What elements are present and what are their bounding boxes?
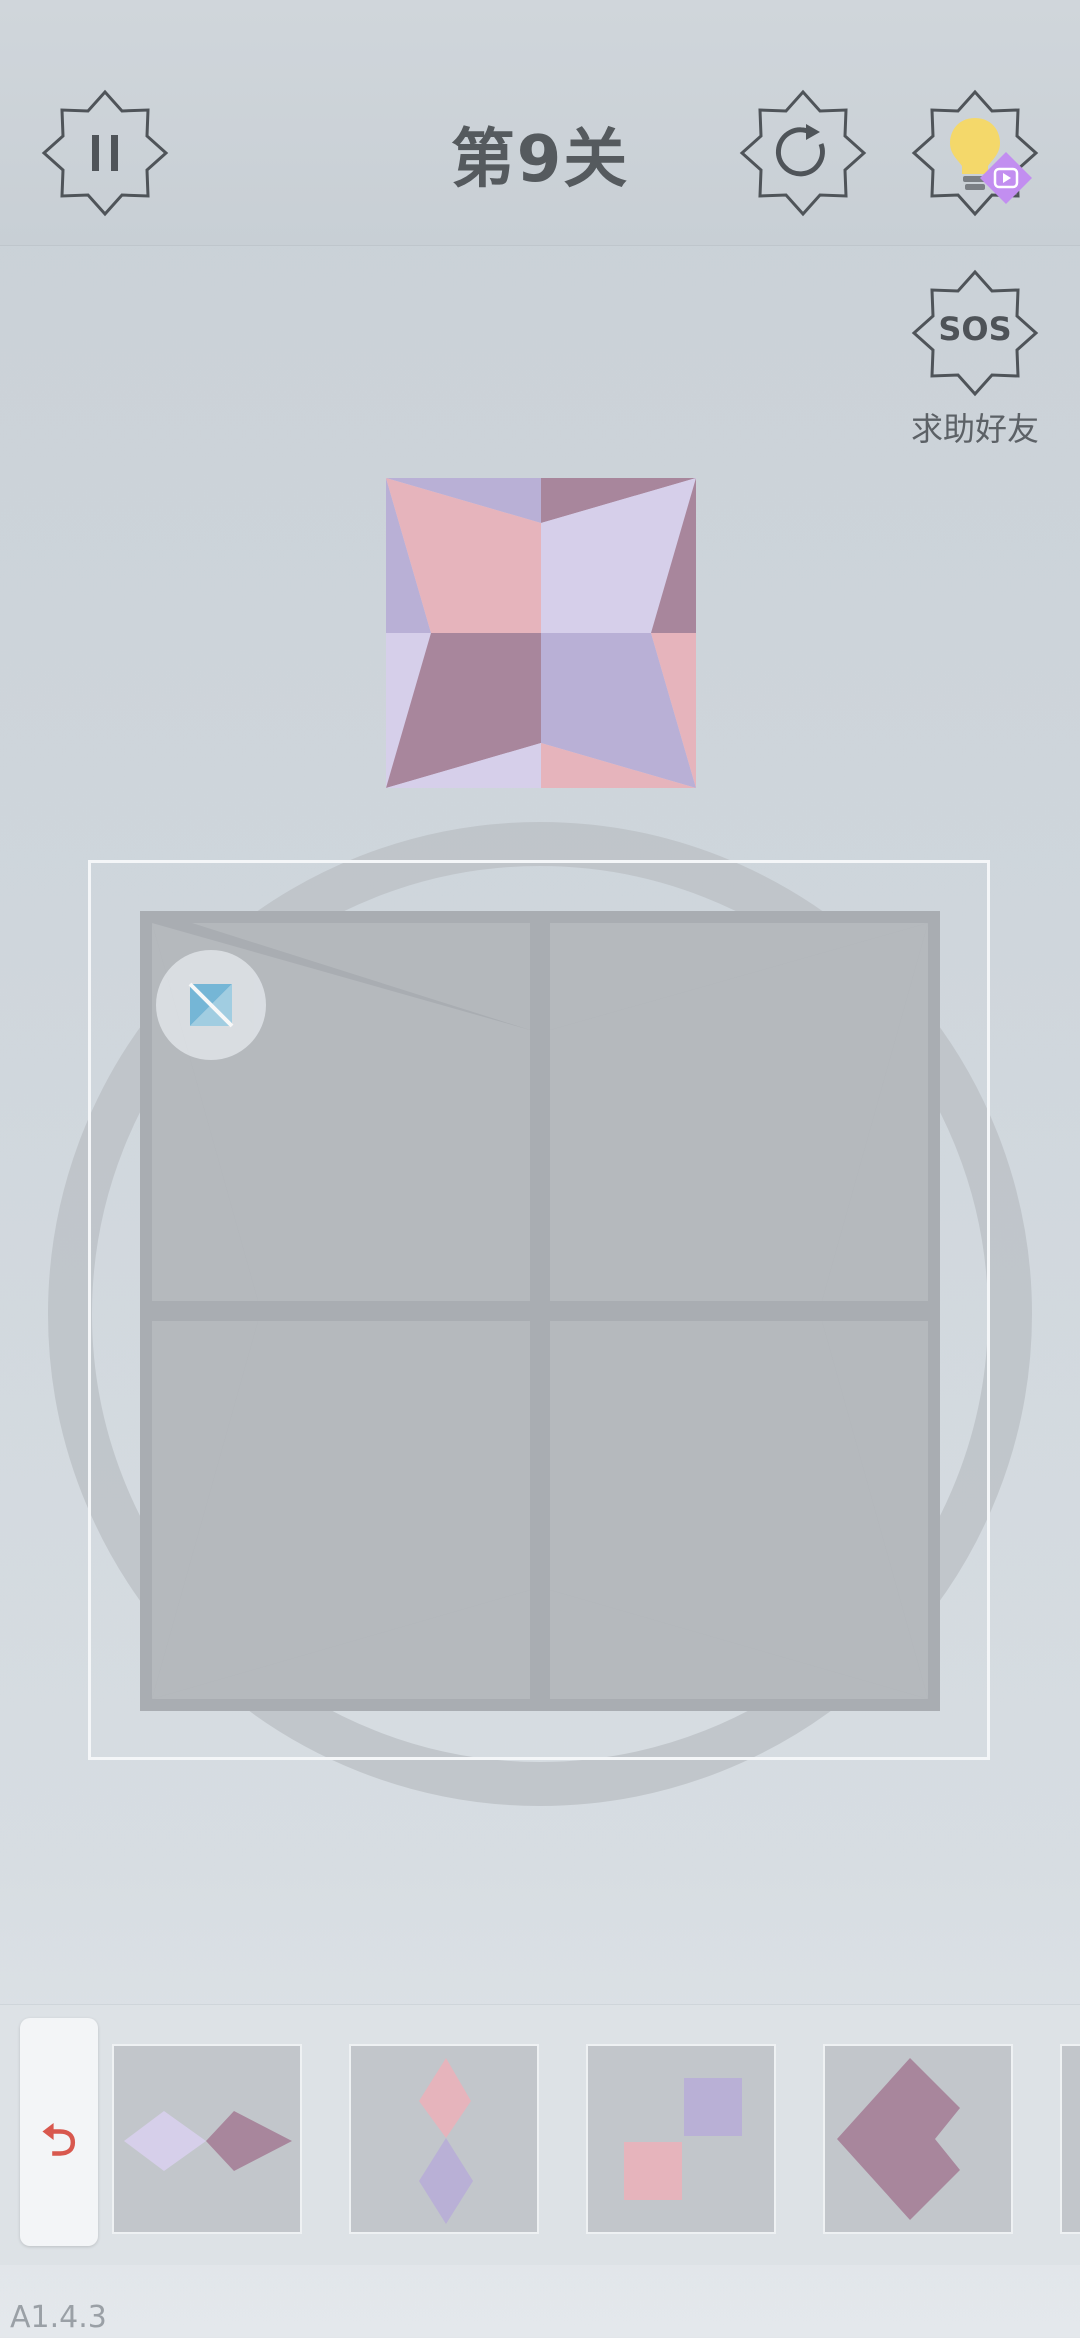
piece-partial[interactable] bbox=[1060, 2044, 1080, 2234]
piece-shape bbox=[837, 2058, 960, 2220]
piece-shape bbox=[124, 2111, 292, 2171]
rotate-badge[interactable] bbox=[156, 950, 266, 1060]
piece-two-squares-diagonal[interactable] bbox=[586, 2044, 776, 2234]
undo-button[interactable]: ⮌ bbox=[20, 2018, 98, 2246]
piece-shape bbox=[624, 2078, 742, 2200]
undo-icon: ⮌ bbox=[41, 2115, 77, 2166]
piece-shape bbox=[419, 2058, 473, 2224]
version-label: A1.4.3 bbox=[10, 2300, 107, 2335]
piece-two-diamonds-horizontal[interactable] bbox=[112, 2044, 302, 2234]
piece-two-diamonds-vertical[interactable] bbox=[349, 2044, 539, 2234]
piece-chevron[interactable] bbox=[823, 2044, 1013, 2234]
rotate-piece-icon bbox=[188, 982, 234, 1028]
